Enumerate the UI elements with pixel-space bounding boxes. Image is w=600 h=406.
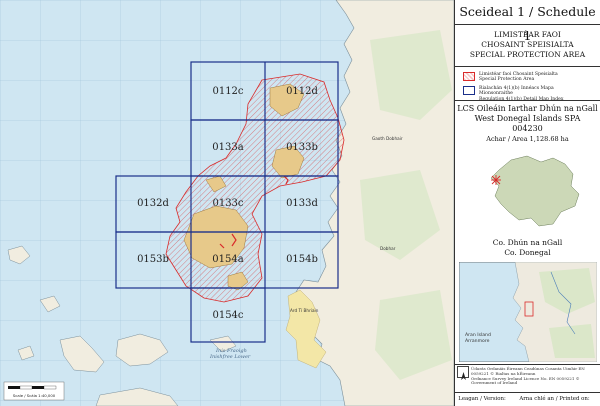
- heading-line: CHOSAINT SPEISIALTA: [481, 40, 574, 49]
- tile-label-0154a: 0154a: [212, 254, 243, 265]
- county-en: Co. Donegal: [504, 248, 551, 257]
- site-block: LCS Oileáin Iarthar Dhún na nGall West D…: [455, 104, 600, 144]
- site-star-marker: [491, 175, 501, 185]
- place-label: Inishfree Lower: [209, 354, 251, 360]
- county-block: Co. Dhún na nGall Co. Donegal: [455, 238, 600, 258]
- inset-map[interactable]: Aran Island Arranmore: [459, 262, 597, 362]
- tile-label-0133d: 0133d: [286, 198, 318, 209]
- legend-item-spa: Limistéar faoi Chosaint Speisialta Speci…: [479, 72, 558, 83]
- tile-label-0133b: 0133b: [286, 142, 318, 153]
- tile-label-0154c: 0154c: [212, 310, 243, 321]
- heading-block: LIMISTÉAR FAOI CHOSAINT SPEISIALTA SPECI…: [455, 30, 600, 60]
- legend-panel: Sceideal 1 / Schedule 1 LIMISTÉAR FAOI C…: [454, 0, 600, 406]
- tile-label-0153b: 0153b: [137, 254, 169, 265]
- map-sheet: 0112c 0112d 0133a 0133b 0132d 0133c 0133…: [0, 0, 600, 406]
- place-label: Ard Tí Bhriain: [290, 308, 319, 313]
- tile-label-0112c: 0112c: [212, 86, 243, 97]
- site-code: 004230: [512, 124, 543, 133]
- spa-legend-swatch: [463, 72, 475, 81]
- tile-label-0133c: 0133c: [212, 198, 243, 209]
- tile-label-0132d: 0132d: [137, 198, 169, 209]
- heading-line: LIMISTÉAR FAOI: [494, 30, 561, 39]
- inset-place-label: Arranmore: [465, 338, 490, 344]
- tile-legend-swatch: [463, 86, 475, 95]
- scale-label: Scale / Scála 1:40,000: [13, 393, 56, 398]
- heading-line: SPECIAL PROTECTION AREA: [469, 50, 586, 59]
- page-title: Sceideal 1 / Schedule 1: [455, 0, 600, 43]
- main-map[interactable]: 0112c 0112d 0133a 0133b 0132d 0133c 0133…: [0, 0, 454, 406]
- site-name-en: West Donegal Islands SPA: [474, 114, 581, 123]
- county-ga: Co. Dhún na nGall: [492, 238, 563, 247]
- version-row: Leagan / Version: 3.01 Arna chlé an / Pr…: [455, 394, 600, 406]
- north-arrow-icon: [457, 366, 469, 380]
- place-label: Dobhar: [380, 246, 396, 251]
- locator-map: [490, 155, 580, 227]
- tile-label-0133a: 0133a: [212, 142, 243, 153]
- tile-label-0154b: 0154b: [286, 254, 318, 265]
- site-name-ga: LCS Oileáin Iarthar Dhún na nGall: [457, 104, 598, 113]
- copyright-note: Údarás Ordanáis Éireann Ceadúnas Cosanta…: [471, 366, 585, 386]
- tile-label-0112d: 0112d: [286, 86, 318, 97]
- site-area: Achar / Area 1,128.68 ha: [486, 135, 569, 143]
- inset-place-label: Aran Island: [465, 332, 491, 338]
- place-label: Gaoth Dobhair: [372, 136, 403, 141]
- version-label: Leagan / Version: 3.01: [458, 396, 506, 402]
- scale-bar: Scale / Scála 1:40,000: [3, 381, 65, 401]
- printed-date: Arna chlé an / Printed on: 19/07/2021: [519, 396, 590, 402]
